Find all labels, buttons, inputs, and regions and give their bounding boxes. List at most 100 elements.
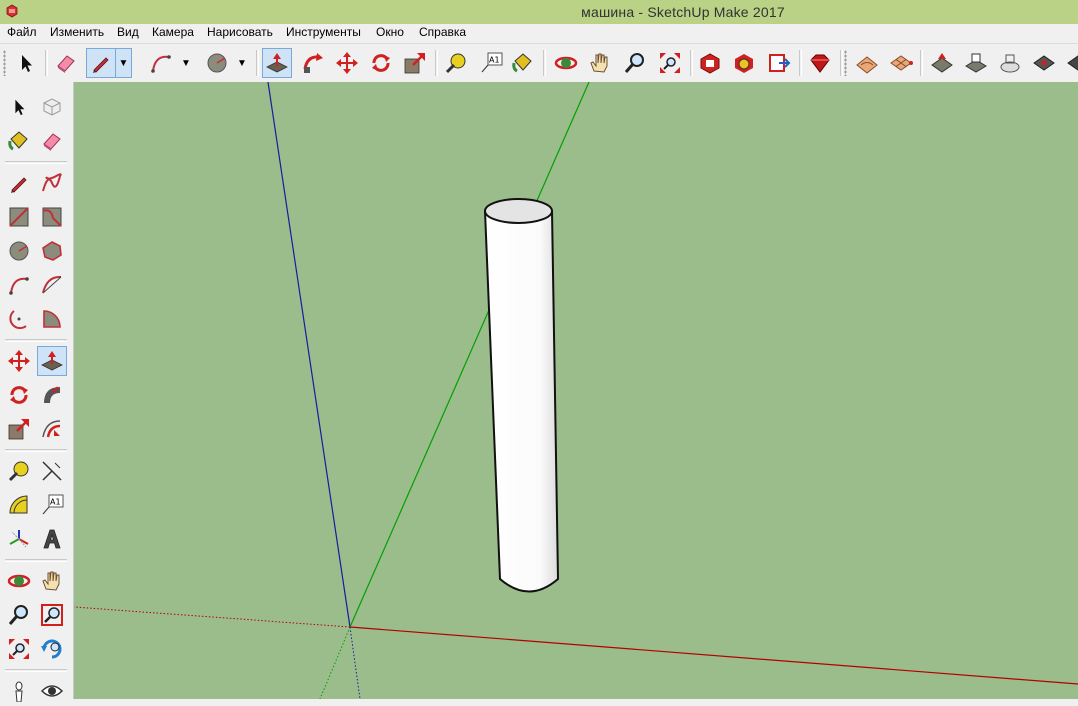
- svg-text:A1: A1: [489, 56, 500, 65]
- left-rotated-rectangle-button[interactable]: [37, 202, 67, 232]
- left-follow-me-button[interactable]: [37, 380, 67, 410]
- menu-file[interactable]: Файл: [6, 25, 38, 39]
- left-three-point-arc-button[interactable]: [4, 304, 34, 334]
- menu-window[interactable]: Окно: [375, 25, 405, 39]
- previous-view-icon: [41, 639, 62, 659]
- cylinder-top-face[interactable]: [484, 198, 553, 224]
- left-circle-button[interactable]: [4, 236, 34, 266]
- drape-button[interactable]: [995, 48, 1025, 78]
- left-paint-bucket-button[interactable]: [4, 126, 34, 156]
- left-push-pull-button[interactable]: [37, 346, 67, 376]
- pan-icon: [590, 53, 608, 73]
- 3d-warehouse-button[interactable]: [695, 48, 725, 78]
- scene-canvas[interactable]: [74, 82, 1078, 699]
- left-arc-button[interactable]: [4, 270, 34, 300]
- left-zoom-extents-button[interactable]: [4, 634, 34, 664]
- left-select-button[interactable]: [4, 92, 34, 122]
- left-pan-button[interactable]: [37, 566, 67, 596]
- menu-help[interactable]: Справка: [418, 25, 467, 39]
- left-two-point-arc-button[interactable]: [37, 270, 67, 300]
- left-freehand-button[interactable]: [37, 168, 67, 198]
- menu-edit[interactable]: Изменить: [49, 25, 105, 39]
- 3d-viewport[interactable]: [74, 82, 1078, 699]
- orbit-icon: [554, 56, 578, 70]
- eraser-tool-button[interactable]: [51, 48, 81, 78]
- left-offset-button[interactable]: [37, 414, 67, 444]
- cylinder-model[interactable]: [483, 198, 560, 593]
- stamp-button[interactable]: [961, 48, 991, 78]
- zoom-tool-button[interactable]: [620, 48, 650, 78]
- paint-bucket-tool-button[interactable]: [508, 48, 538, 78]
- zoom-window-icon: [41, 604, 63, 626]
- axes-icon: [9, 530, 29, 548]
- sandbox-from-scratch-button[interactable]: [886, 48, 916, 78]
- red-axis-negative: [74, 606, 351, 628]
- text-tool-button[interactable]: A1: [476, 48, 506, 78]
- left-look-around-button[interactable]: [37, 676, 67, 706]
- menu-view[interactable]: Вид: [116, 25, 140, 39]
- menu-tools[interactable]: Инструменты: [285, 25, 362, 39]
- blue-axis: [267, 82, 351, 628]
- left-move-button[interactable]: [4, 346, 34, 376]
- smoove-button[interactable]: [927, 48, 957, 78]
- pan-tool-button[interactable]: [585, 48, 615, 78]
- orbit-tool-button[interactable]: [551, 48, 581, 78]
- send-to-layout-button[interactable]: [764, 48, 794, 78]
- select-tool-button[interactable]: [11, 48, 41, 78]
- flip-edge-button[interactable]: [1060, 48, 1078, 78]
- push-pull-icon: [41, 351, 63, 371]
- circle-tool-button[interactable]: [202, 48, 232, 78]
- follow-me-tool-button[interactable]: [298, 48, 328, 78]
- tape-measure-tool-button[interactable]: [441, 48, 471, 78]
- left-rectangle-button[interactable]: [4, 202, 34, 232]
- arc-dropdown-button[interactable]: ▼: [178, 48, 194, 78]
- left-polygon-button[interactable]: [37, 236, 67, 266]
- menu-draw[interactable]: Нарисовать: [206, 25, 274, 39]
- rectangle-icon: [9, 207, 29, 227]
- push-pull-tool-button[interactable]: [262, 48, 292, 78]
- left-previous-view-button[interactable]: [37, 634, 67, 664]
- left-pencil-button[interactable]: [4, 168, 34, 198]
- left-walk-button[interactable]: [4, 676, 34, 706]
- sandbox-from-contours-button[interactable]: [852, 48, 882, 78]
- zoom-extents-tool-button[interactable]: [655, 48, 685, 78]
- menu-camera[interactable]: Камера: [151, 25, 195, 39]
- left-eraser-button[interactable]: [37, 126, 67, 156]
- look-around-icon: [40, 685, 64, 697]
- ruby-console-button[interactable]: [805, 48, 835, 78]
- add-detail-button[interactable]: [1029, 48, 1059, 78]
- extension-warehouse-button[interactable]: [729, 48, 759, 78]
- left-3d-text-button[interactable]: [37, 524, 67, 554]
- left-rotate-button[interactable]: [4, 380, 34, 410]
- scale-tool-button[interactable]: [400, 48, 430, 78]
- left-protractor-button[interactable]: [4, 490, 34, 520]
- left-scale-button[interactable]: [4, 414, 34, 444]
- circle-dropdown-button[interactable]: ▼: [234, 48, 250, 78]
- left-zoom-button[interactable]: [4, 600, 34, 630]
- left-tape-measure-button[interactable]: [4, 456, 34, 486]
- two-point-arc-icon: [42, 275, 62, 294]
- arc-tool-button[interactable]: [146, 48, 176, 78]
- green-axis-negative: [319, 626, 351, 699]
- left-text-button[interactable]: A1: [37, 490, 67, 520]
- freehand-icon: [42, 173, 62, 192]
- smoove-icon: [931, 53, 953, 73]
- toolbar-grip[interactable]: [3, 50, 6, 76]
- left-zoom-window-button[interactable]: [37, 600, 67, 630]
- pencil-dropdown-button[interactable]: ▼: [116, 48, 132, 78]
- chevron-down-icon: ▼: [118, 57, 129, 69]
- polygon-icon: [42, 241, 62, 261]
- move-tool-button[interactable]: [332, 48, 362, 78]
- left-dimension-button[interactable]: [37, 456, 67, 486]
- left-axes-button[interactable]: [4, 524, 34, 554]
- rotate-tool-button[interactable]: [366, 48, 396, 78]
- left-make-component-button[interactable]: [37, 92, 67, 122]
- left-pie-button[interactable]: [37, 304, 67, 334]
- cylinder-body[interactable]: [483, 210, 560, 593]
- pencil-tool-button[interactable]: [86, 48, 116, 78]
- left-orbit-button[interactable]: [4, 566, 34, 596]
- zoom-icon: [624, 53, 644, 73]
- top-toolbar: ▼ ▼ ▼ A1: [0, 43, 1078, 83]
- move-icon: [336, 52, 358, 74]
- rotate-icon: [10, 386, 28, 404]
